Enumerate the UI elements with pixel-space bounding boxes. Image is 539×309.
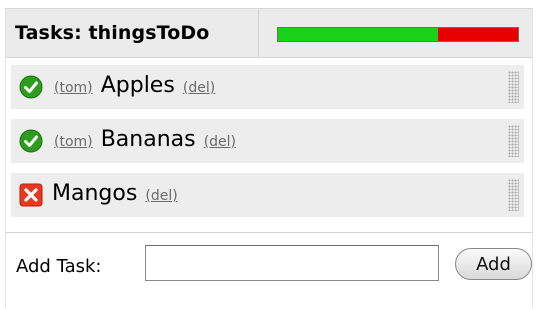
task-user-link[interactable]: (tom) [54,80,93,96]
task-delete-link[interactable]: (del) [183,80,215,96]
task-text: (tom) Bananas (del) [54,127,236,152]
progress-bar [277,27,519,42]
task-name: Bananas [100,127,196,152]
drag-handle[interactable] [508,125,519,157]
task-user-link[interactable]: (tom) [54,134,93,150]
task-item[interactable]: (tom) Apples (del) [11,65,524,109]
drag-handle[interactable] [508,179,519,211]
task-delete-link[interactable]: (del) [145,188,177,204]
add-task-button[interactable]: Add [455,248,532,280]
header-divider [258,9,259,57]
progress-bar-fill [278,28,438,41]
check-circle-icon[interactable] [19,129,43,153]
task-delete-link[interactable]: (del) [204,134,236,150]
task-name: Mangos [52,181,138,206]
task-list-widget: Tasks: thingsToDo (tom) Apples (del) (to… [5,8,533,308]
divider [6,232,532,233]
task-list-header: Tasks: thingsToDo [6,8,532,58]
x-square-icon[interactable] [19,183,43,207]
check-circle-icon[interactable] [19,75,43,99]
task-name: Apples [100,73,175,98]
task-item[interactable]: Mangos (del) [11,173,524,217]
task-item[interactable]: (tom) Bananas (del) [11,119,524,163]
task-list-title: Tasks: thingsToDo [15,22,210,44]
task-text: (tom) Apples (del) [54,73,215,98]
task-text: Mangos (del) [52,181,178,206]
add-task-input[interactable] [145,245,439,281]
add-task-label: Add Task: [16,256,102,277]
drag-handle[interactable] [508,71,519,103]
